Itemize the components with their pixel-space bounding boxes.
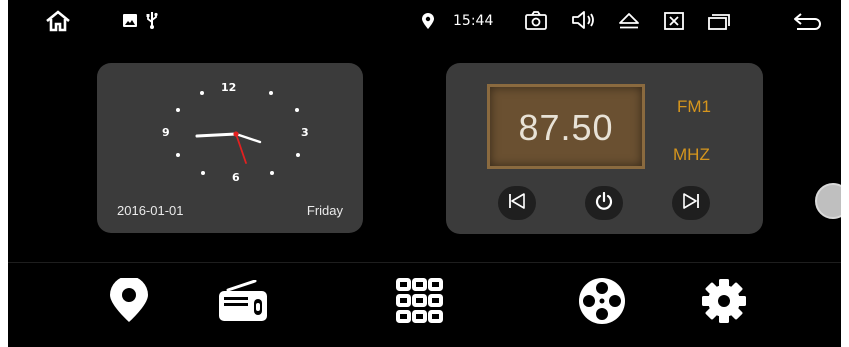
previous-icon <box>508 192 526 214</box>
dock-radio-button[interactable] <box>216 276 270 330</box>
radio-widget[interactable]: 87.50 FM1 MHZ <box>446 63 763 234</box>
usb-icon <box>146 11 158 29</box>
home-icon[interactable] <box>45 10 71 32</box>
radio-icon <box>218 279 268 327</box>
power-icon <box>595 191 613 215</box>
dock-media-button[interactable] <box>575 276 629 330</box>
navigation-icon <box>108 275 150 329</box>
status-bar: 15:44 <box>8 0 841 44</box>
screen: 15:44 12 3 6 9 2016-01-01 Friday 87.50 F… <box>8 0 841 347</box>
dock-navigation-button[interactable] <box>102 275 156 330</box>
settings-icon <box>700 277 748 330</box>
location-icon <box>422 13 434 29</box>
next-icon <box>682 192 700 214</box>
previous-button[interactable] <box>498 186 536 220</box>
frequency-unit: MHZ <box>673 145 710 164</box>
dock-apps-button[interactable] <box>392 276 446 330</box>
next-button[interactable] <box>672 186 710 220</box>
recent-apps-icon[interactable] <box>708 12 730 30</box>
close-window-icon[interactable] <box>664 12 684 30</box>
frequency-display: 87.50 <box>487 84 645 169</box>
apps-grid-icon <box>394 276 444 331</box>
power-button[interactable] <box>585 186 623 220</box>
clock-widget[interactable]: 12 3 6 9 2016-01-01 Friday <box>97 63 363 233</box>
image-icon <box>123 14 137 27</box>
back-icon[interactable] <box>793 12 823 30</box>
radio-band: FM1 <box>677 97 711 116</box>
clock-day: Friday <box>306 203 343 218</box>
floating-handle[interactable] <box>815 183 841 219</box>
frequency-value: 87.50 <box>518 107 614 148</box>
screenshot-icon[interactable] <box>525 11 547 30</box>
dock-divider <box>8 262 841 263</box>
status-time: 15:44 <box>453 13 494 29</box>
media-reel-icon <box>578 277 626 330</box>
clock-date: 2016-01-01 <box>117 203 184 218</box>
dock-settings-button[interactable] <box>697 276 751 330</box>
volume-icon[interactable] <box>572 11 596 29</box>
eject-icon[interactable] <box>618 13 640 29</box>
